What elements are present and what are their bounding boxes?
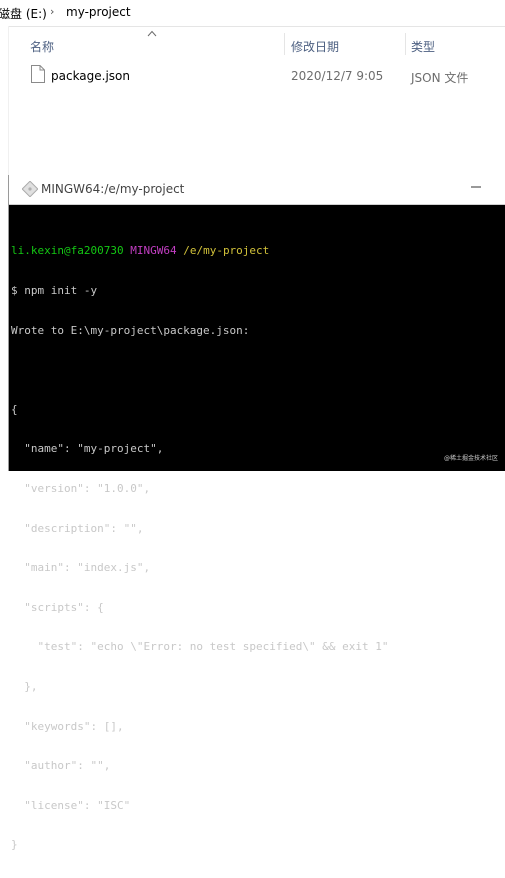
sort-ascending-icon [147,29,157,40]
output-line: "version": "1.0.0", [11,481,151,495]
file-type: JSON 文件 [411,71,469,85]
output-line: } [11,838,18,852]
prompt-user-host: li.kexin@fa200730 [11,244,124,258]
git-bash-icon [22,181,38,197]
output-line: $ npm init -y [11,284,98,297]
terminal-window[interactable]: MINGW64:/e/my-project li.kexin@fa200730 … [8,175,505,851]
output-line: }, [11,679,38,693]
file-modified: 2020/12/7 9:05 [291,69,384,83]
column-header-modified[interactable]: 修改日期 [291,38,339,55]
prompt-env: MINGW64 [130,244,177,258]
navigation-pane-edge [0,26,9,175]
terminal-titlebar[interactable]: MINGW64:/e/my-project [9,175,505,205]
address-bar[interactable]: 磁盘 (E:) › my-project [0,0,505,27]
output-line: "keywords": [], [11,719,124,733]
column-divider[interactable] [405,33,406,55]
column-divider[interactable] [284,33,285,55]
breadcrumb-folder[interactable]: my-project [66,5,131,19]
prompt-path: /e/my-project [183,244,270,258]
file-name[interactable]: package.json [51,69,130,83]
column-header-type[interactable]: 类型 [411,38,435,55]
output-line: "author": "", [11,759,111,773]
output-line: "test": "echo \"Error: no test specified… [11,640,389,654]
minimize-icon[interactable] [470,181,482,193]
terminal-output[interactable]: li.kexin@fa200730 MINGW64 /e/my-project … [11,218,505,878]
output-line: Wrote to E:\my-project\package.json: [11,323,250,337]
breadcrumb-drive[interactable]: 磁盘 (E:) [0,5,47,22]
output-line: "description": "", [11,521,144,535]
column-header-name[interactable]: 名称 [30,38,54,55]
prompt-line: li.kexin@fa200730 MINGW64 /e/my-project [11,244,505,257]
file-explorer: 磁盘 (E:) › my-project 名称 修改日期 类型 package.… [0,0,505,175]
output-line: "scripts": { [11,600,104,614]
output-line: "name": "my-project", [11,442,164,456]
file-row[interactable]: package.json 2020/12/7 9:05 JSON 文件 [0,63,505,87]
watermark: @稀土掘金技术社区 [443,455,498,462]
output-line: "license": "ISC" [11,798,131,812]
terminal-title: MINGW64:/e/my-project [41,182,185,196]
output-line: { [11,402,18,416]
output-line: "main": "index.js", [11,561,151,575]
breadcrumb-separator: › [50,5,55,18]
document-icon [31,65,45,83]
